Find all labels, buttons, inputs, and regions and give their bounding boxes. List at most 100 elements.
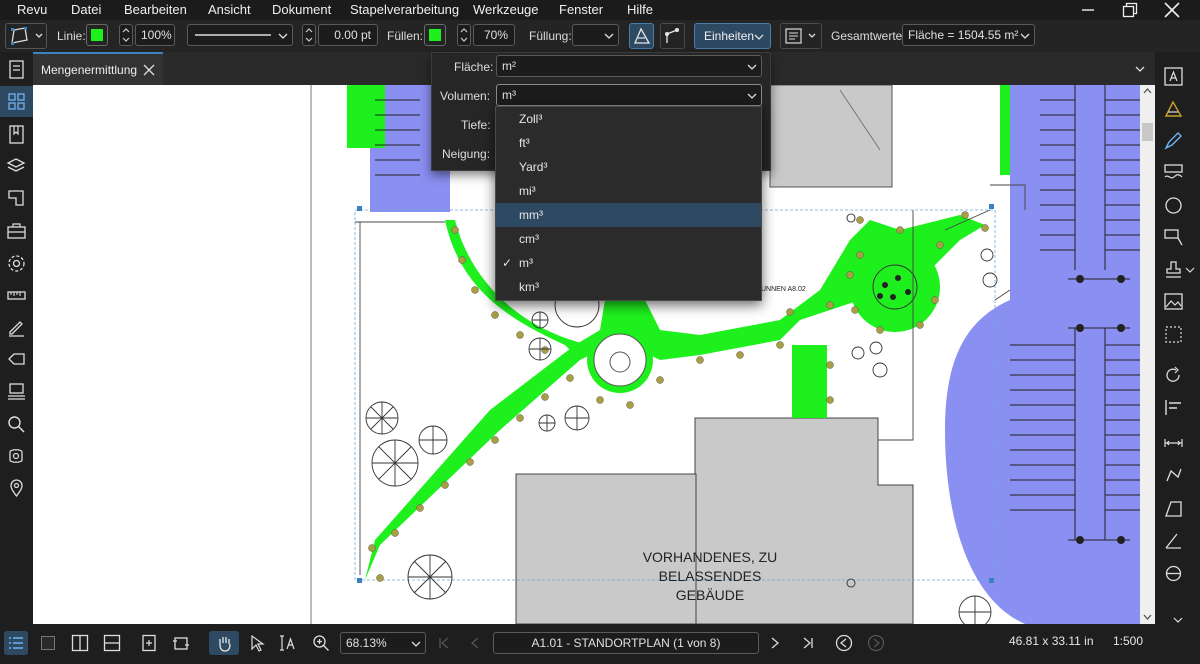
properties-icon[interactable] — [6, 59, 27, 80]
settings-gear-icon[interactable] — [6, 253, 27, 274]
tab-mengenermittlung[interactable]: Mengenermittlung — [33, 52, 163, 85]
menu-dokument[interactable]: Dokument — [272, 2, 331, 17]
format-button[interactable] — [780, 23, 822, 49]
align-icon[interactable] — [1163, 397, 1184, 418]
scroll-down-arrow-icon[interactable] — [1143, 614, 1152, 620]
line-opacity-spinner[interactable] — [119, 24, 133, 46]
fill-opacity-field[interactable]: 70% — [473, 24, 515, 46]
spaces-icon[interactable] — [6, 188, 27, 209]
thumbnails-tab-active[interactable] — [0, 86, 33, 117]
line-style-select[interactable] — [187, 24, 293, 46]
first-page-button[interactable] — [432, 631, 456, 655]
sync-view-button[interactable] — [137, 631, 161, 655]
callout-icon[interactable] — [1163, 227, 1184, 248]
line-color-picker[interactable] — [86, 24, 108, 46]
volume-option-m3[interactable]: ✓ m³ — [496, 251, 761, 275]
menu-hilfe[interactable]: Hilfe — [627, 2, 653, 17]
crop-select-icon[interactable] — [1163, 324, 1184, 345]
stamp-icon[interactable] — [1163, 259, 1184, 280]
ruler-icon[interactable] — [6, 285, 27, 306]
area-unit-select[interactable]: m² — [496, 55, 762, 77]
bookmarks-icon[interactable] — [6, 124, 27, 145]
text-select-button[interactable] — [276, 631, 300, 655]
totals-value: Fläche = 1504.55 m² — [908, 28, 1019, 42]
forward-view-button[interactable] — [864, 631, 888, 655]
last-page-button[interactable] — [796, 631, 820, 655]
hatch-select[interactable] — [572, 24, 619, 46]
text-format-icon — [785, 28, 816, 44]
fill-color-picker[interactable] — [424, 24, 446, 46]
menu-ansicht[interactable]: Ansicht — [208, 2, 251, 17]
text-box-icon[interactable] — [1163, 66, 1184, 87]
compare-button[interactable] — [169, 631, 193, 655]
volume-option-km3[interactable]: km³ — [496, 275, 761, 299]
sets-icon[interactable] — [6, 381, 27, 402]
menu-fenster[interactable]: Fenster — [559, 2, 603, 17]
restore-button[interactable] — [1110, 0, 1150, 20]
minimize-button[interactable] — [1068, 0, 1108, 20]
rotate-icon[interactable] — [1163, 365, 1184, 386]
volume-option-mm3[interactable]: mm³ — [496, 203, 761, 227]
scroll-up-arrow-icon[interactable] — [1143, 88, 1152, 94]
measure-tool-button[interactable] — [629, 23, 654, 49]
units-button[interactable]: Einheiten — [694, 23, 771, 49]
pan-tool-button[interactable] — [209, 631, 239, 655]
totals-select[interactable]: Fläche = 1504.55 m² — [902, 24, 1035, 46]
layers-icon[interactable] — [6, 156, 27, 177]
volume-option-mi3[interactable]: mi³ — [496, 179, 761, 203]
line-width-spinner[interactable] — [302, 24, 316, 46]
page-select[interactable]: A1.01 - STANDORTPLAN (1 von 8) — [493, 632, 759, 654]
menu-stapelverarbeitung[interactable]: Stapelverarbeitung — [350, 2, 459, 17]
split-vertical-button[interactable] — [68, 631, 92, 655]
pen-icon[interactable] — [1163, 130, 1184, 151]
tab-list-chevron-icon[interactable] — [1134, 64, 1146, 74]
volume-option-yard3[interactable]: Yard³ — [496, 155, 761, 179]
tag-icon[interactable] — [6, 349, 27, 370]
select-tool-button[interactable] — [245, 631, 269, 655]
polyline-measure-icon[interactable] — [1163, 465, 1184, 486]
menu-werkzeuge[interactable]: Werkzeuge — [473, 2, 539, 17]
shape-tool-button[interactable] — [5, 23, 47, 49]
scrollbar-thumb[interactable] — [1142, 123, 1153, 141]
zoom-select[interactable]: 68.13% — [340, 632, 426, 654]
back-view-button[interactable] — [832, 631, 856, 655]
close-tab-icon[interactable] — [143, 64, 155, 76]
previous-page-button[interactable] — [463, 631, 487, 655]
menu-revu[interactable]: Revu — [17, 2, 47, 17]
vertex-tool-button[interactable] — [660, 23, 685, 49]
volume-option-zoll3[interactable]: Zoll³ — [496, 107, 761, 131]
menu-datei[interactable]: Datei — [71, 2, 101, 17]
studio-icon[interactable] — [6, 446, 27, 467]
split-horizontal-button[interactable] — [100, 631, 124, 655]
count-measure-icon[interactable] — [1163, 563, 1184, 584]
angle-measure-icon[interactable] — [1163, 530, 1184, 551]
option-label: m³ — [519, 256, 533, 270]
circle-shape-icon[interactable] — [1163, 195, 1184, 216]
fill-opacity-spinner[interactable] — [457, 24, 471, 46]
length-measure-icon[interactable] — [1163, 433, 1184, 454]
signature-icon[interactable] — [6, 317, 27, 338]
line-opacity-field[interactable]: 100% — [135, 24, 175, 46]
volume-option-cm3[interactable]: cm³ — [496, 227, 761, 251]
location-pin-icon[interactable] — [6, 478, 27, 499]
zoom-tool-button[interactable] — [309, 631, 333, 655]
highlight-icon[interactable] — [1163, 162, 1184, 183]
single-page-view-button[interactable] — [36, 631, 60, 655]
image-icon[interactable] — [1163, 291, 1184, 312]
toolchest-icon[interactable] — [6, 220, 27, 241]
panel-toggle-button[interactable] — [4, 631, 28, 655]
line-width-field[interactable]: 0.00 pt — [318, 24, 378, 46]
area-measure-icon[interactable] — [1163, 98, 1184, 119]
search-icon[interactable] — [6, 414, 27, 435]
menu-bearbeiten[interactable]: Bearbeiten — [124, 2, 187, 17]
area-shape-icon[interactable] — [1163, 498, 1184, 519]
more-tools-chevron-icon[interactable] — [1173, 617, 1183, 623]
vertical-scrollbar[interactable] — [1140, 85, 1155, 624]
next-page-button[interactable] — [763, 631, 787, 655]
volume-unit-select[interactable]: m³ — [496, 84, 762, 106]
chevron-down-icon[interactable] — [1185, 266, 1195, 274]
previous-page-icon — [470, 637, 479, 649]
scale-readout[interactable]: 1:500 — [1113, 634, 1143, 648]
close-window-button[interactable] — [1152, 0, 1192, 20]
volume-option-ft3[interactable]: ft³ — [496, 131, 761, 155]
